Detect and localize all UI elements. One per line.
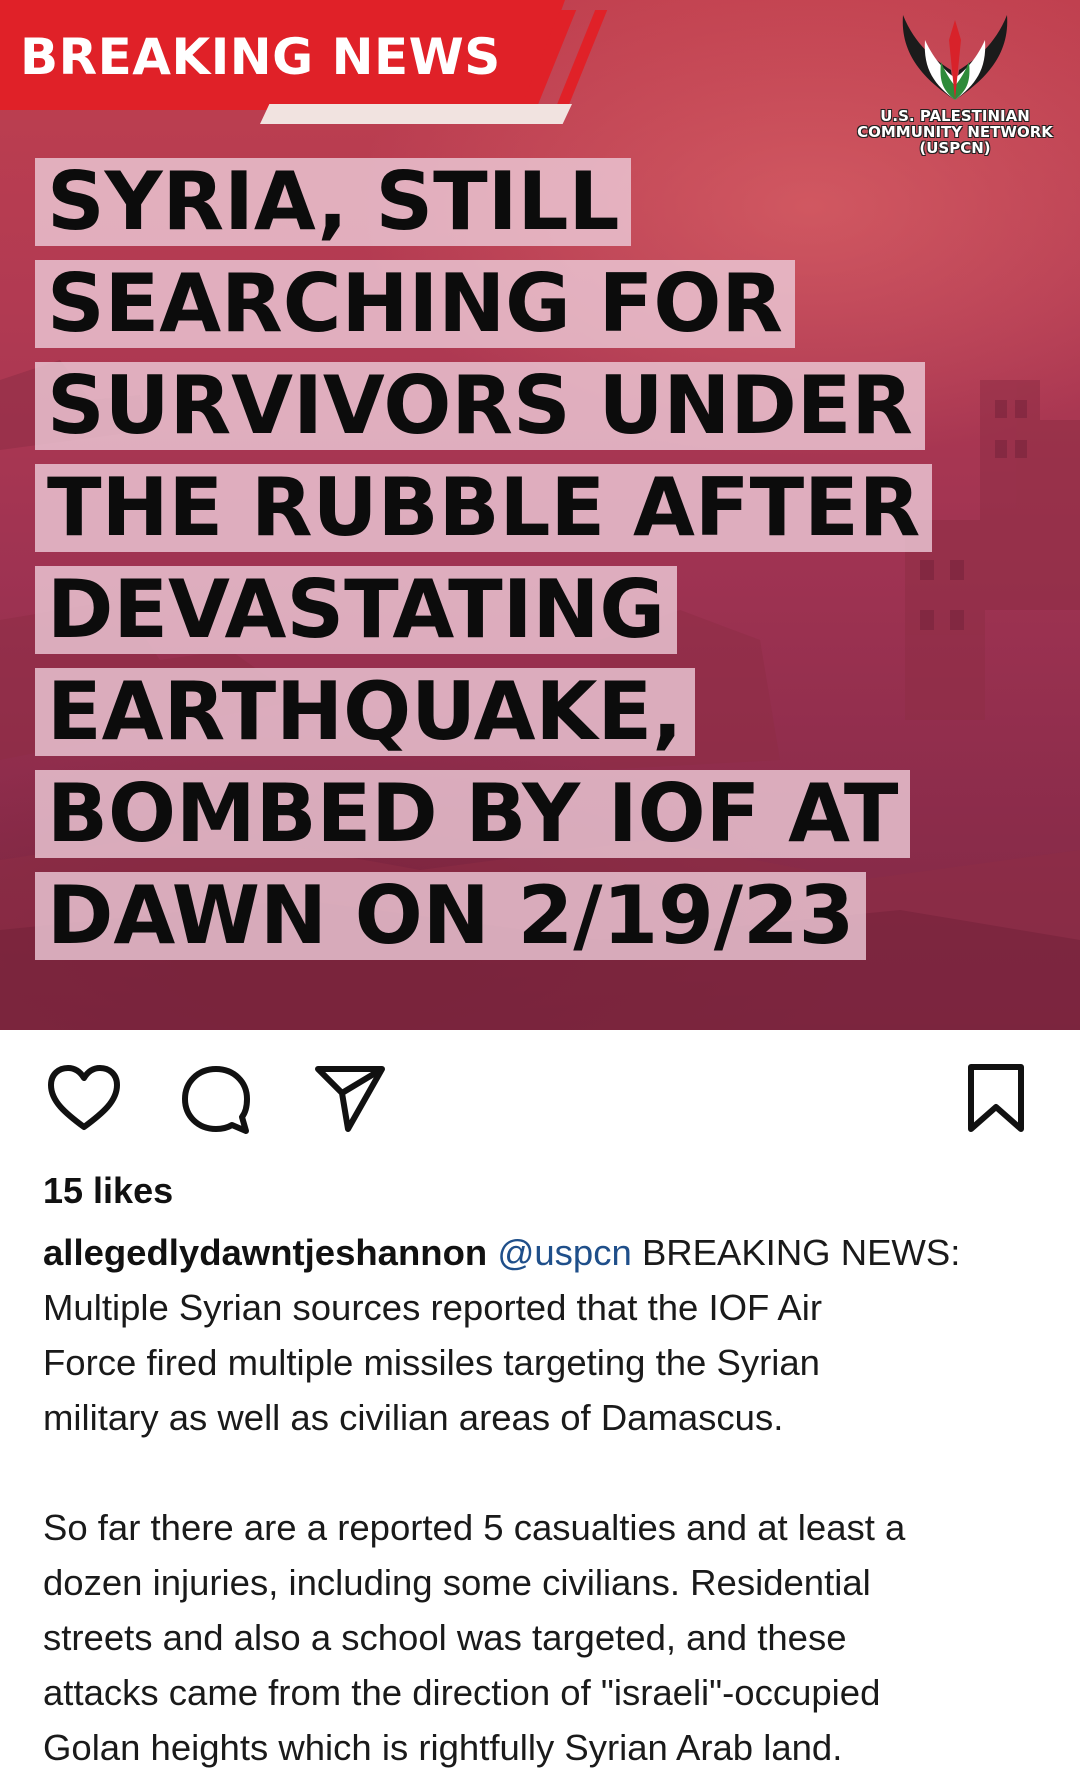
caption-text: streets and also a school was targeted, … [43, 1617, 847, 1658]
headline-line: DEVASTATING [35, 566, 678, 654]
headline-line: SYRIA, STILL [35, 158, 632, 246]
headline-line: BOMBED BY IOF AT [35, 770, 911, 858]
heart-icon[interactable] [45, 1063, 123, 1135]
logo-text-line: COMMUNITY NETWORK [857, 123, 1053, 141]
headline-line: EARTHQUAKE, [35, 668, 695, 756]
caption-text: attacks came from the direction of "isra… [43, 1672, 881, 1713]
caption-text: Multiple Syrian sources reported that th… [43, 1287, 823, 1328]
banner-underline [260, 104, 572, 124]
breaking-news-label: BREAKING NEWS [20, 28, 501, 86]
logo-text-line: (USPCN) [919, 139, 991, 157]
caption-text: BREAKING NEWS: [641, 1232, 961, 1273]
caption-text: dozen injuries, including some civilians… [43, 1562, 871, 1603]
caption-first-line: allegedlydawntjeshannon @uspcn BREAKING … [43, 1225, 1043, 1280]
bookmark-icon[interactable] [965, 1063, 1027, 1135]
logo-caption: U.S. PALESTINIAN COMMUNITY NETWORK (USPC… [855, 108, 1055, 156]
headline-line: SEARCHING FOR [35, 260, 795, 348]
send-icon[interactable] [312, 1063, 388, 1135]
caption-text: military as well as civilian areas of Da… [43, 1397, 784, 1438]
caption-text: So far there are a reported 5 casualties… [43, 1507, 906, 1548]
post-caption: allegedlydawntjeshannon @uspcn BREAKING … [43, 1225, 1043, 1775]
caption-username[interactable]: allegedlydawntjeshannon [43, 1232, 487, 1273]
comment-icon[interactable] [178, 1063, 254, 1135]
headline-line: THE RUBBLE AFTER [35, 464, 933, 552]
caption-mention[interactable]: @uspcn [497, 1232, 631, 1273]
logo-text-line: U.S. PALESTINIAN [880, 107, 1030, 125]
headline-line: DAWN ON 2/19/23 [35, 872, 867, 960]
caption-text: Force fired multiple missiles targeting … [43, 1342, 820, 1383]
caption-text: Golan heights which is rightfully Syrian… [43, 1727, 843, 1768]
post-image[interactable]: BREAKING NEWS U.S. PALESTINIAN COMMUNITY… [0, 0, 1080, 1030]
headline-line: SURVIVORS UNDER [35, 362, 926, 450]
likes-count[interactable]: 15 likes [43, 1170, 173, 1212]
